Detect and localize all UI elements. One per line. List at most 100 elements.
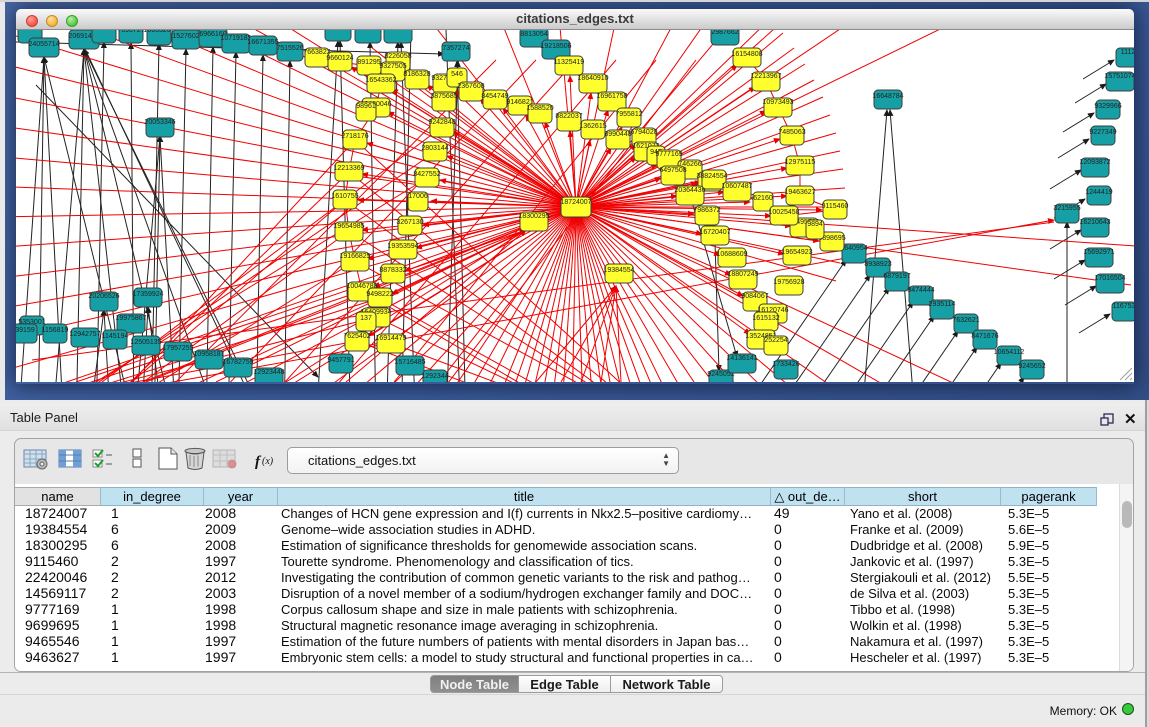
- svg-text:18807249: 18807249: [727, 271, 758, 278]
- svg-text:19218506: 19218506: [540, 43, 571, 50]
- svg-text:1244419: 1244419: [1085, 189, 1112, 196]
- svg-text:9894: 9894: [807, 221, 823, 228]
- svg-text:8427552: 8427552: [413, 171, 440, 178]
- svg-text:9660124: 9660124: [326, 55, 353, 62]
- svg-text:16914479: 16914479: [375, 335, 406, 342]
- svg-text:3875685: 3875685: [430, 93, 457, 100]
- svg-text:24055714: 24055714: [28, 41, 59, 48]
- svg-text:8471676: 8471676: [971, 333, 998, 340]
- svg-text:10607487: 10607487: [721, 183, 752, 190]
- svg-text:8990448: 8990448: [604, 131, 631, 138]
- svg-text:16671355: 16671355: [247, 39, 278, 46]
- svg-text:1610755: 1610755: [331, 193, 358, 200]
- svg-text:9084067: 9084067: [741, 293, 768, 300]
- svg-text:19166825: 19166825: [339, 253, 370, 260]
- svg-text:7515526: 7515526: [276, 45, 303, 52]
- svg-text:10653267: 10653267: [143, 30, 174, 34]
- svg-text:137: 137: [360, 315, 372, 322]
- svg-text:8226058: 8226058: [384, 53, 411, 60]
- svg-text:20364436: 20364436: [674, 187, 705, 194]
- svg-text:546: 546: [451, 71, 463, 78]
- svg-text:1862402: 1862402: [90, 30, 117, 32]
- svg-text:8454749: 8454749: [481, 93, 508, 100]
- svg-text:9038: 9038: [22, 30, 38, 32]
- svg-text:7632621: 7632621: [952, 317, 979, 324]
- svg-text:9474444: 9474444: [907, 287, 934, 294]
- svg-text:1362615: 1362615: [579, 123, 606, 130]
- svg-text:14136141: 14136141: [726, 355, 757, 362]
- svg-text:12975115: 12975115: [785, 159, 816, 166]
- svg-text:15716485: 15716485: [394, 359, 425, 366]
- svg-text:3215955: 3215955: [1053, 205, 1080, 212]
- svg-text:8938923: 8938923: [864, 261, 891, 268]
- svg-text:10025458: 10025458: [768, 209, 799, 216]
- svg-text:1292344: 1292344: [421, 373, 448, 380]
- svg-text:9777169: 9777169: [655, 151, 682, 158]
- svg-text:10654112: 10654112: [994, 349, 1025, 356]
- svg-text:2069140: 2069140: [354, 30, 381, 32]
- svg-text:9115460: 9115460: [822, 203, 849, 210]
- svg-text:1156819: 1156819: [42, 327, 69, 334]
- svg-text:12213967: 12213967: [750, 73, 781, 80]
- svg-text:2987662: 2987662: [711, 30, 738, 36]
- svg-text:12505135: 12505135: [130, 339, 161, 346]
- svg-text:f: f: [255, 454, 262, 470]
- svg-text:10688609: 10688609: [716, 251, 747, 258]
- svg-text:7485063: 7485063: [778, 129, 805, 136]
- svg-text:20206526: 20206526: [88, 293, 119, 300]
- svg-text:1733426: 1733426: [772, 361, 799, 368]
- svg-text:16154808: 16154808: [731, 51, 762, 58]
- svg-text:116753: 116753: [1113, 303, 1134, 310]
- svg-text:16033809: 16033809: [382, 30, 413, 32]
- svg-text:9227349: 9227349: [1089, 129, 1116, 136]
- svg-text:17006: 17006: [408, 193, 428, 200]
- svg-text:(x): (x): [262, 456, 274, 467]
- svg-text:19384554: 19384554: [603, 267, 634, 274]
- svg-text:1145194: 1145194: [102, 333, 129, 340]
- svg-text:9245652: 9245652: [1018, 363, 1045, 370]
- svg-text:19756928: 19756928: [773, 279, 804, 286]
- svg-text:1615132: 1615132: [752, 315, 779, 322]
- svg-text:252254: 252254: [764, 337, 787, 344]
- svg-text:7986372: 7986372: [693, 207, 720, 214]
- svg-text:19654985: 19654985: [333, 223, 364, 230]
- svg-text:98961: 98961: [356, 103, 376, 110]
- svg-text:8813054: 8813054: [520, 31, 547, 38]
- svg-text:9498222: 9498222: [366, 291, 393, 298]
- svg-text:2718176: 2718176: [341, 133, 368, 140]
- svg-text:1527602: 1527602: [172, 33, 199, 40]
- svg-text:16210643: 16210643: [1079, 219, 1110, 226]
- svg-text:12923448: 12923448: [253, 369, 284, 376]
- svg-text:7690727: 7690727: [117, 30, 144, 34]
- svg-text:15751074: 15751074: [1104, 73, 1134, 80]
- svg-text:17359924: 17359924: [132, 291, 163, 298]
- svg-text:2803144: 2803144: [421, 145, 448, 152]
- svg-text:16543362: 16543362: [365, 77, 396, 84]
- svg-text:20053346: 20053346: [144, 119, 175, 126]
- svg-text:6794028: 6794028: [630, 129, 657, 136]
- svg-text:3824554: 3824554: [700, 173, 727, 180]
- svg-text:1112: 1112: [1121, 49, 1134, 56]
- svg-text:10973493: 10973493: [762, 99, 793, 106]
- svg-text:18724007: 18724007: [560, 199, 591, 206]
- svg-text:18300295: 18300295: [518, 213, 549, 220]
- svg-text:19654923: 19654923: [781, 249, 812, 256]
- svg-text:62160: 62160: [753, 195, 773, 202]
- svg-text:1588520: 1588520: [526, 105, 553, 112]
- svg-text:12093872: 12093872: [1079, 159, 1110, 166]
- svg-text:9327505: 9327505: [379, 63, 406, 70]
- svg-text:8822037: 8822037: [555, 113, 582, 120]
- svg-text:9242848: 9242848: [428, 119, 455, 126]
- svg-text:17016504: 17016504: [1094, 275, 1125, 282]
- svg-text:8878332: 8878332: [379, 267, 406, 274]
- svg-text:6497508: 6497508: [659, 167, 686, 174]
- svg-text:6879197: 6879197: [883, 273, 910, 280]
- svg-text:12213369: 12213369: [333, 165, 364, 172]
- svg-text:1065326: 1065326: [324, 30, 351, 32]
- svg-text:7625402: 7625402: [343, 333, 370, 340]
- svg-text:891295: 891295: [357, 59, 380, 66]
- svg-text:10958187: 10958187: [193, 351, 224, 358]
- svg-text:19463627: 19463627: [784, 189, 815, 196]
- svg-text:9329966: 9329966: [1094, 103, 1121, 110]
- svg-text:16782759: 16782759: [222, 359, 253, 366]
